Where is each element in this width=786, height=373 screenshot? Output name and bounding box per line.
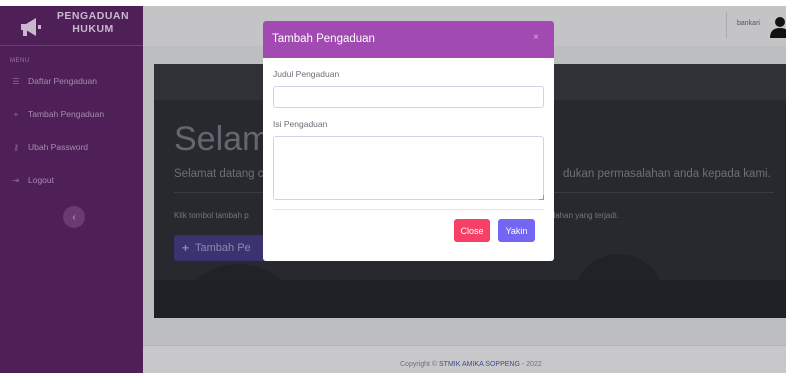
sidebar-item-label: Tambah Pengaduan xyxy=(28,109,105,119)
sidebar: PENGADUAN HUKUM MENU ☰ Daftar Pengaduan … xyxy=(0,6,143,373)
instruction-text-right: alahan yang terjadi. xyxy=(549,211,619,220)
sidebar-brand[interactable]: PENGADUAN HUKUM xyxy=(0,6,143,46)
footer xyxy=(143,345,786,373)
brand-name: PENGADUAN HUKUM xyxy=(52,10,134,36)
judul-pengaduan-input[interactable] xyxy=(273,86,544,108)
modal-footer-divider xyxy=(273,209,544,210)
footer-divider xyxy=(143,345,786,346)
close-button[interactable]: Close xyxy=(454,219,490,242)
copyright-prefix: Copyright © xyxy=(400,361,440,368)
welcome-lead-right: dukan permasalahan anda kepada kami. xyxy=(563,168,771,180)
menu-heading: MENU xyxy=(10,58,30,64)
list-icon: ☰ xyxy=(12,76,20,86)
welcome-title: Selam xyxy=(174,120,271,158)
brand-line-2: HUKUM xyxy=(72,23,114,35)
isi-pengaduan-label: Isi Pengaduan xyxy=(273,119,328,129)
topbar-divider xyxy=(726,12,727,38)
modal-title: Tambah Pengaduan xyxy=(272,33,375,45)
add-complaint-modal: Tambah Pengaduan × Judul Pengaduan Isi P… xyxy=(263,21,554,261)
sidebar-toggle-button[interactable]: ‹ xyxy=(63,206,85,228)
sidebar-item-logout[interactable]: ⇥ Logout xyxy=(10,172,54,188)
sidebar-item-label: Ubah Password xyxy=(28,142,89,152)
megaphone-icon xyxy=(21,18,41,36)
brand-line-1: PENGADUAN xyxy=(56,10,130,22)
judul-pengaduan-label: Judul Pengaduan xyxy=(273,69,340,79)
close-icon[interactable]: × xyxy=(533,32,539,43)
key-icon: ⚷ xyxy=(13,142,19,152)
welcome-lead-left: Selamat datang c xyxy=(174,168,264,180)
copyright-suffix: - 2022 xyxy=(519,361,542,368)
chevron-left-icon: ‹ xyxy=(72,211,76,223)
modal-header: Tambah Pengaduan × xyxy=(263,21,554,58)
logout-icon: ⇥ xyxy=(12,175,20,185)
add-complaint-button-label: Tambah Pe xyxy=(195,242,251,254)
user-icon[interactable] xyxy=(770,16,786,38)
copyright-org-link[interactable]: STMIK AMIKA SOPPENG xyxy=(439,361,520,368)
sidebar-item-tambah-pengaduan[interactable]: + Tambah Pengaduan xyxy=(10,106,104,122)
sidebar-item-label: Logout xyxy=(28,175,54,185)
resize-handle-icon[interactable] xyxy=(539,195,544,200)
username[interactable]: bankari xyxy=(737,20,760,27)
confirm-button[interactable]: Yakin xyxy=(498,219,535,242)
jumbotron-footer-band xyxy=(154,280,786,318)
isi-pengaduan-textarea[interactable] xyxy=(273,136,544,200)
copyright-text: Copyright © STMIK AMIKA SOPPENG - 2022 xyxy=(400,361,542,368)
plus-icon: + xyxy=(182,241,190,255)
sidebar-item-label: Daftar Pengaduan xyxy=(28,76,97,86)
instruction-text-left: Klik tombol tambah p xyxy=(174,211,249,220)
sidebar-item-daftar-pengaduan[interactable]: ☰ Daftar Pengaduan xyxy=(10,73,97,89)
plus-icon: + xyxy=(13,109,19,119)
sidebar-item-ubah-password[interactable]: ⚷ Ubah Password xyxy=(10,139,88,155)
